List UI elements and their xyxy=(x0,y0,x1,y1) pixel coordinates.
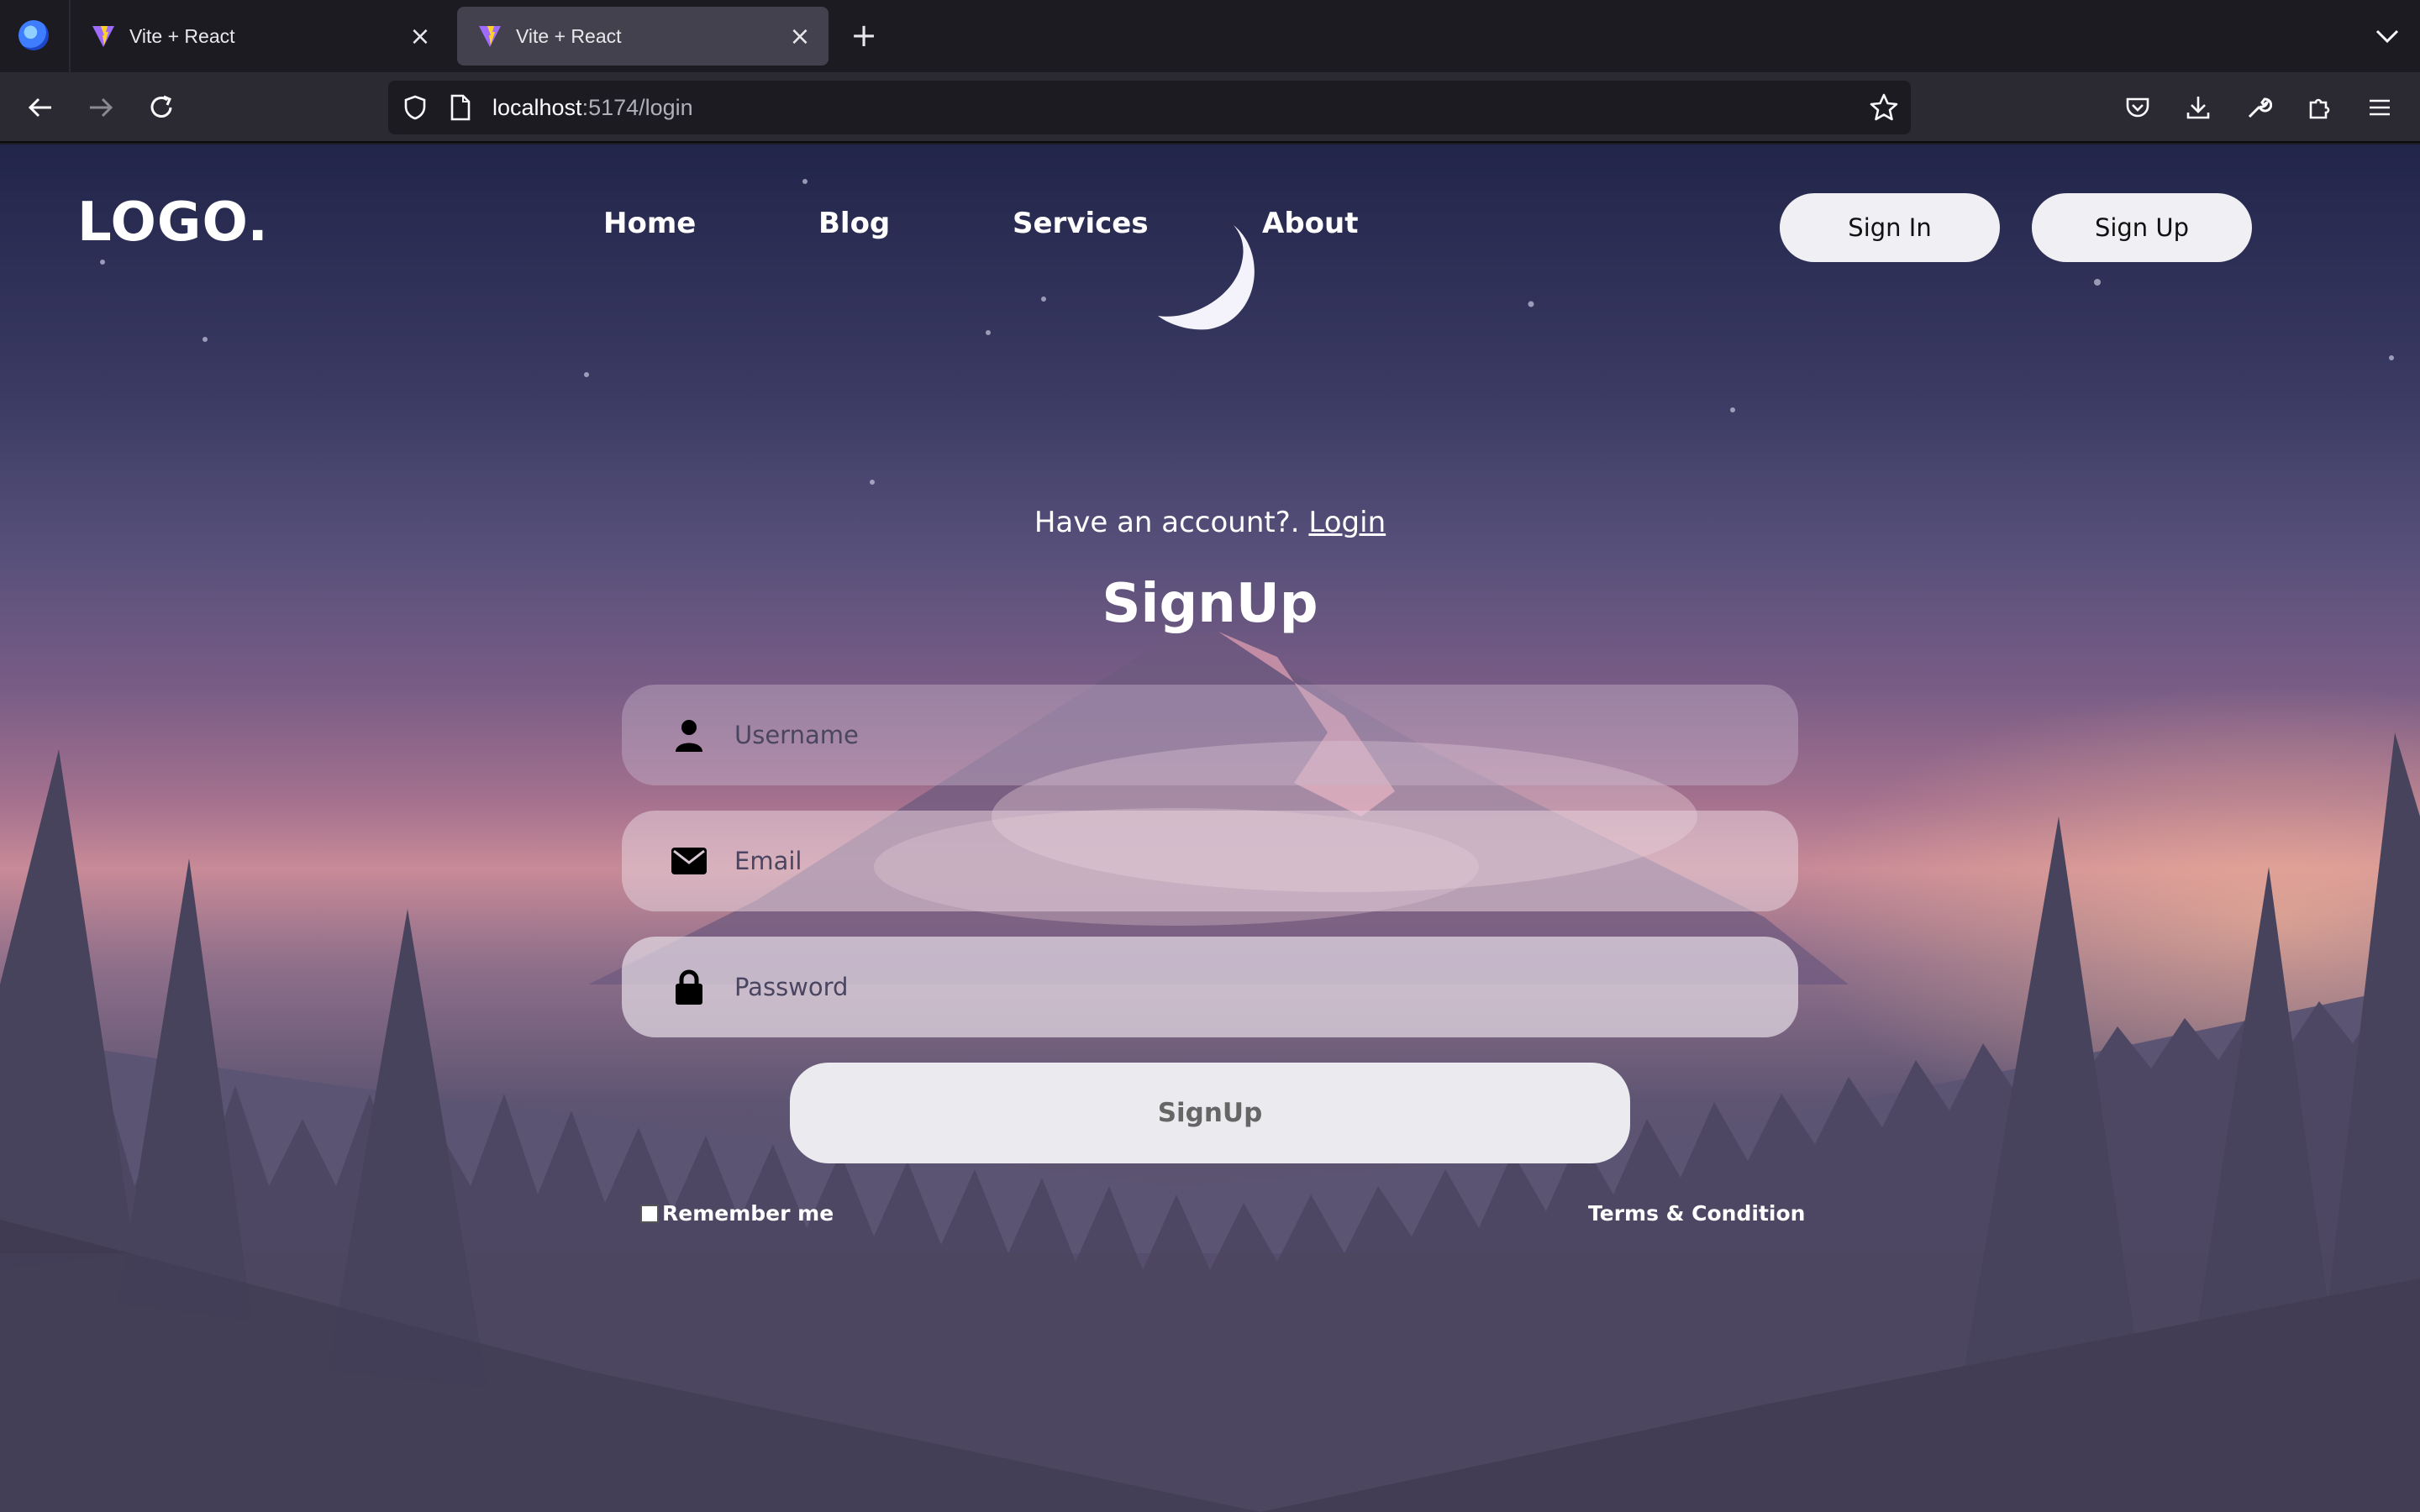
tab-title: Vite + React xyxy=(516,24,622,47)
url-host: localhost xyxy=(492,95,582,120)
firefox-icon[interactable] xyxy=(18,20,49,50)
vite-favicon-icon xyxy=(92,26,114,47)
sign-in-button[interactable]: Sign In xyxy=(1780,193,2000,262)
have-account-label: Have an account?. xyxy=(1034,506,1309,539)
browser-tab-bar: Vite + React × Vite + React × + xyxy=(0,0,2420,72)
browser-tab-1[interactable]: Vite + React × xyxy=(71,7,449,66)
new-tab-button[interactable]: + xyxy=(847,18,881,52)
have-account-text: Have an account?. Login xyxy=(0,506,2420,539)
nav-link-home[interactable]: Home xyxy=(603,207,696,240)
back-icon[interactable] xyxy=(20,87,60,128)
shield-icon[interactable] xyxy=(402,94,429,121)
remember-me[interactable]: Remember me xyxy=(640,1201,834,1226)
signup-submit-button[interactable]: SignUp xyxy=(790,1063,1630,1163)
close-tab-icon[interactable]: × xyxy=(783,22,817,51)
extensions-icon[interactable] xyxy=(2299,87,2339,128)
browser-toolbar: localhost:5174/login xyxy=(0,72,2420,143)
login-link[interactable]: Login xyxy=(1308,506,1386,539)
chevron-down-icon[interactable] xyxy=(2373,24,2402,49)
url-bar[interactable]: localhost:5174/login xyxy=(388,81,1911,134)
download-icon[interactable] xyxy=(2178,87,2218,128)
nav-link-about[interactable]: About xyxy=(1262,207,1358,240)
tab-title: Vite + React xyxy=(129,24,235,47)
forward-icon[interactable] xyxy=(81,87,121,128)
remember-checkbox[interactable] xyxy=(640,1204,659,1223)
email-field[interactable] xyxy=(622,811,1798,911)
page-icon xyxy=(450,94,471,121)
nav-link-services[interactable]: Services xyxy=(1013,207,1149,240)
hamburger-menu-icon[interactable] xyxy=(2360,87,2400,128)
lock-icon xyxy=(664,969,714,1005)
pocket-icon[interactable] xyxy=(2118,87,2158,128)
envelope-icon xyxy=(664,848,714,874)
wrench-icon[interactable] xyxy=(2238,87,2279,128)
signup-heading: SignUp xyxy=(1102,573,1318,635)
nav-link-blog[interactable]: Blog xyxy=(818,207,890,240)
user-icon xyxy=(664,718,714,752)
vite-favicon-icon xyxy=(479,26,501,47)
username-input[interactable] xyxy=(734,721,1743,749)
page-viewport: LOGO. Home Blog Services About Sign In S… xyxy=(0,144,2420,1512)
email-input[interactable] xyxy=(734,847,1743,875)
terms-link[interactable]: Terms & Condition xyxy=(1588,1201,1805,1226)
browser-tab-2[interactable]: Vite + React × xyxy=(457,7,829,66)
url-path: :5174/login xyxy=(581,95,693,120)
sign-up-button[interactable]: Sign Up xyxy=(2032,193,2252,262)
close-tab-icon[interactable]: × xyxy=(403,22,437,51)
site-logo[interactable]: LOGO. xyxy=(77,192,269,254)
password-field[interactable] xyxy=(622,937,1798,1037)
remember-label: Remember me xyxy=(662,1201,834,1226)
reload-icon[interactable] xyxy=(141,87,182,128)
bookmark-star-icon[interactable] xyxy=(1869,92,1899,123)
password-input[interactable] xyxy=(734,973,1743,1001)
username-field[interactable] xyxy=(622,685,1798,785)
url-text[interactable]: localhost:5174/login xyxy=(492,94,693,121)
